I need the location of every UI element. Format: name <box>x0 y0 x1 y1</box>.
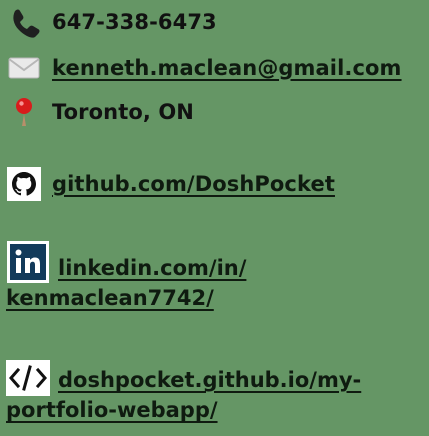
portfolio-link-part1[interactable]: doshpocket.github.io/my- <box>58 368 361 392</box>
contact-linkedin-row[interactable]: linkedin.com/in/ kenmaclean7742/ <box>6 240 426 312</box>
portfolio-link-part2[interactable]: portfolio-webapp/ <box>6 398 218 422</box>
contact-github-row[interactable]: github.com/DoshPocket <box>6 166 335 202</box>
contact-email-row[interactable]: kenneth.maclean@gmail.com <box>6 50 402 86</box>
location-text: Toronto, ON <box>52 99 194 124</box>
github-icon <box>7 167 41 201</box>
phone-number: 647-338-6473 <box>52 9 217 34</box>
phone-icon <box>13 9 40 38</box>
linkedin-link-part1[interactable]: linkedin.com/in/ <box>58 256 246 280</box>
contact-location-row: Toronto, ON <box>6 94 194 130</box>
code-icon <box>6 360 50 396</box>
email-link[interactable]: kenneth.maclean@gmail.com <box>52 57 402 79</box>
contact-phone-row: 647-338-6473 <box>6 4 217 40</box>
envelope-icon <box>8 57 40 79</box>
contact-portfolio-row[interactable]: doshpocket.github.io/my- portfolio-webap… <box>6 360 426 424</box>
location-pin-icon <box>16 98 32 126</box>
linkedin-icon <box>6 240 50 284</box>
linkedin-link-part2[interactable]: kenmaclean7742/ <box>6 286 214 310</box>
github-link[interactable]: github.com/DoshPocket <box>52 173 335 195</box>
